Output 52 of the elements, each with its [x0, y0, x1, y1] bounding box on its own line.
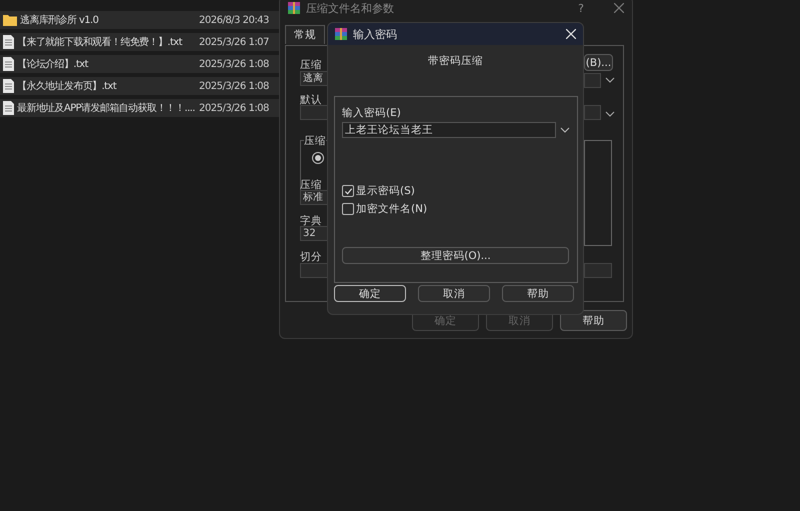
organize-passwords-button[interactable]: 整理密码(O)... — [342, 247, 569, 264]
checkbox[interactable] — [342, 203, 354, 215]
dialog-button[interactable]: 帮助 — [560, 310, 627, 331]
modified-date: 2025/3/26 1:08 — [199, 102, 269, 114]
document-icon — [3, 57, 14, 71]
browse-button[interactable]: (B)... — [584, 54, 613, 71]
chevron-down-icon[interactable] — [560, 127, 570, 133]
method-field[interactable]: 标准 — [300, 190, 328, 205]
split-field[interactable] — [300, 263, 328, 278]
field-label: 切分 — [300, 250, 322, 264]
dialog-button[interactable]: 取消 — [418, 285, 490, 302]
field-label: 压缩 — [300, 58, 322, 72]
document-icon — [3, 35, 14, 49]
tab[interactable]: 常规 — [285, 25, 325, 44]
dictionary-field[interactable]: 32 — [300, 226, 328, 241]
field-label: 字典 — [300, 214, 322, 228]
field-label: 默认 — [300, 93, 322, 107]
help-button[interactable]: ? — [578, 2, 584, 14]
file-name[interactable]: 最新地址及APP请发邮箱自动获取！！！.... — [17, 101, 195, 115]
archive-name-field-end[interactable] — [584, 73, 601, 88]
field-label: 压缩 — [300, 178, 322, 192]
file-name[interactable]: 【永久地址发布页】.txt — [17, 79, 116, 93]
chevron-down-icon[interactable] — [605, 77, 615, 83]
profile-field[interactable] — [300, 105, 328, 120]
checkbox-label[interactable]: 加密文件名(N) — [356, 202, 428, 216]
archive-name-field[interactable]: 逃离 — [300, 71, 328, 86]
modified-date: 2025/3/26 1:08 — [199, 58, 269, 70]
profile-field-end[interactable] — [584, 105, 601, 120]
radio-button[interactable] — [312, 152, 324, 164]
window-title: 压缩文件名和参数 — [306, 0, 394, 16]
modified-date: 2025/3/26 1:07 — [199, 36, 269, 48]
modified-date: 2025/3/26 1:08 — [199, 80, 269, 92]
modified-date: 2026/8/3 20:43 — [199, 14, 269, 26]
file-name[interactable]: 【论坛介绍】.txt — [17, 57, 88, 71]
checkbox-label[interactable]: 显示密码(S) — [356, 184, 415, 198]
folder-icon — [3, 14, 17, 26]
dialog-button[interactable]: 确定 — [334, 285, 406, 302]
group-label: 压缩 — [304, 134, 326, 148]
dialog-heading: 带密码压缩 — [427, 54, 484, 68]
split-field-end[interactable] — [584, 263, 612, 278]
password-field[interactable]: 上老王论坛当老王 — [342, 122, 556, 138]
file-name[interactable]: 逃离库刑诊所 v1.0 — [20, 13, 98, 27]
window-title: 输入密码 — [353, 26, 397, 42]
document-icon — [3, 101, 14, 115]
chevron-down-icon[interactable] — [605, 111, 615, 117]
archive-icon — [288, 2, 300, 14]
file-name[interactable]: 【来了就能下载和观看！纯免费！】.txt — [17, 35, 182, 49]
document-icon — [3, 79, 14, 93]
password-label: 输入密码(E) — [342, 106, 402, 120]
archive-icon — [335, 28, 347, 40]
checkbox[interactable] — [342, 185, 354, 197]
dialog-button[interactable]: 帮助 — [502, 285, 574, 302]
